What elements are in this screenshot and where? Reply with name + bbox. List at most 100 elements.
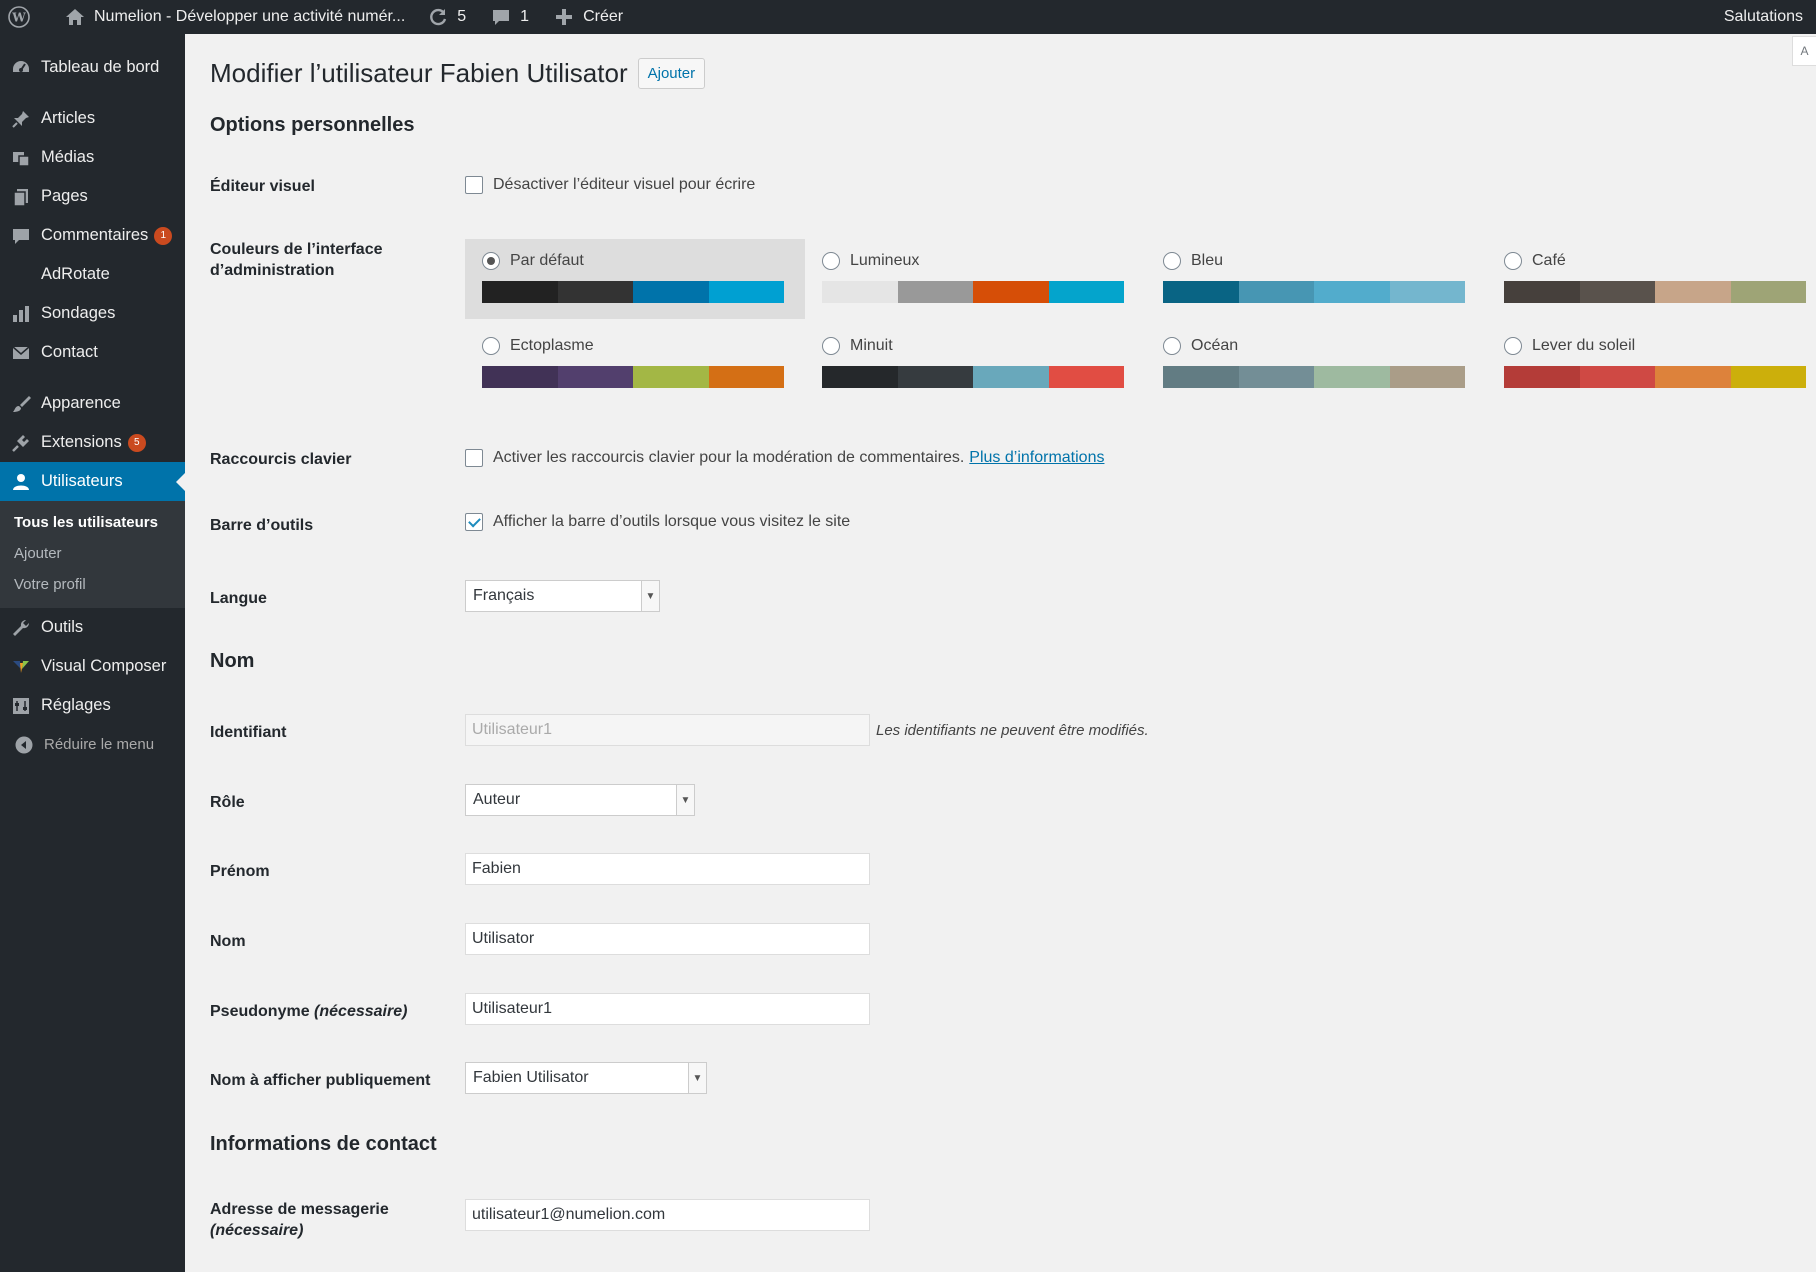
visual-editor-checkbox[interactable] [465, 176, 483, 194]
submenu-your-profile[interactable]: Votre profil [0, 569, 185, 600]
scheme-default[interactable]: Par défaut [465, 239, 805, 319]
sidebar-item-label: Médias [41, 148, 95, 166]
scheme-swatches [822, 366, 1124, 388]
color-swatch [633, 366, 709, 388]
username-input: Utilisateur1 [465, 714, 870, 746]
wordpress-logo-button[interactable]: W [0, 0, 39, 34]
sidebar-item-reglages[interactable]: Réglages [0, 686, 185, 725]
updates-link[interactable]: 5 [418, 0, 475, 34]
scheme-radio[interactable] [482, 252, 500, 270]
scheme-radio[interactable] [822, 252, 840, 270]
dashboard-icon [10, 57, 32, 79]
more-info-link[interactable]: Plus d’informations [969, 449, 1104, 467]
sidebar-item-label: Outils [41, 618, 84, 636]
svg-text:W: W [11, 11, 26, 25]
sidebar-item-label: Utilisateurs [41, 472, 123, 490]
refresh-icon [427, 6, 449, 28]
color-swatch [1048, 366, 1124, 388]
new-content-link[interactable]: Créer [544, 0, 632, 34]
role-label: Rôle [210, 794, 245, 811]
collapse-menu-label: Réduire le menu [44, 736, 155, 753]
role-select[interactable]: Auteur ▼ [465, 784, 695, 816]
site-name: Numelion - Développer une activité numér… [94, 8, 406, 25]
display-name-label: Nom à afficher publiquement [210, 1072, 431, 1089]
sidebar-item-sondages[interactable]: Sondages [0, 294, 185, 333]
color-swatch [1579, 281, 1655, 303]
wrench-icon [10, 617, 32, 639]
sidebar-item-apparence[interactable]: Apparence [0, 384, 185, 423]
settings-icon [10, 695, 32, 717]
scheme-coffee[interactable]: Café [1487, 239, 1816, 319]
username-label: Identifiant [210, 724, 287, 741]
site-name-link[interactable]: Numelion - Développer une activité numér… [55, 0, 414, 34]
submenu-add-user[interactable]: Ajouter [0, 538, 185, 569]
scheme-swatches [1504, 281, 1806, 303]
scheme-blue[interactable]: Bleu [1146, 239, 1486, 319]
last-name-input[interactable]: Utilisator [465, 923, 870, 955]
color-swatch [822, 366, 898, 388]
visual-composer-icon [10, 656, 32, 678]
account-greeting[interactable]: Salutations [1715, 0, 1812, 34]
page-header: Modifier l’utilisateur Fabien Utilisator… [210, 58, 1816, 89]
color-swatch [1389, 366, 1465, 388]
sidebar-item-articles[interactable]: Articles [0, 99, 185, 138]
color-swatch [1163, 281, 1239, 303]
display-name-select[interactable]: Fabien Utilisator ▼ [465, 1062, 707, 1094]
sidebar-item-contact[interactable]: Contact [0, 333, 185, 372]
comments-link[interactable]: 1 [481, 0, 538, 34]
color-swatch [1389, 281, 1465, 303]
scheme-radio[interactable] [1504, 337, 1522, 355]
users-submenu: Tous les utilisateurs Ajouter Votre prof… [0, 501, 185, 608]
personal-options-title: Options personnelles [210, 114, 415, 136]
scheme-radio[interactable] [482, 337, 500, 355]
language-label: Langue [210, 590, 267, 607]
color-swatch [897, 281, 973, 303]
color-swatch [1314, 366, 1390, 388]
sidebar-item-commentaires[interactable]: Commentaires 1 [0, 216, 185, 255]
sidebar-item-extensions[interactable]: Extensions 5 [0, 423, 185, 462]
comment-icon [10, 225, 32, 247]
scheme-ocean[interactable]: Océan [1146, 324, 1486, 404]
scheme-radio[interactable] [822, 337, 840, 355]
collapse-menu-button[interactable]: Réduire le menu [0, 725, 185, 764]
toolbar-checkbox[interactable] [465, 513, 483, 531]
scheme-radio[interactable] [1504, 252, 1522, 270]
color-swatch [973, 366, 1049, 388]
color-swatch [973, 281, 1049, 303]
email-label: Adresse de messagerie (nécessaire) [210, 1201, 389, 1239]
submenu-all-users[interactable]: Tous les utilisateurs [0, 507, 185, 538]
sidebar-item-pages[interactable]: Pages [0, 177, 185, 216]
scheme-radio[interactable] [1163, 337, 1181, 355]
color-swatch [1314, 281, 1390, 303]
comments-count: 1 [520, 8, 530, 25]
add-user-button[interactable]: Ajouter [637, 58, 706, 89]
toolbar-label: Barre d’outils [210, 517, 314, 534]
language-select[interactable]: Français ▼ [465, 580, 660, 612]
sidebar-item-adrotate[interactable]: AdRotate [0, 255, 185, 294]
keyboard-shortcuts-checkbox[interactable] [465, 449, 483, 467]
name-section-title: Nom [210, 650, 255, 672]
scheme-light[interactable]: Lumineux [805, 239, 1145, 319]
email-input[interactable]: utilisateur1@numelion.com [465, 1199, 870, 1231]
sidebar-item-label: Réglages [41, 696, 111, 714]
color-swatch [708, 366, 784, 388]
wordpress-logo-icon: W [8, 6, 30, 28]
sidebar-item-dashboard[interactable]: Tableau de bord [0, 48, 185, 87]
scheme-swatches [482, 281, 784, 303]
first-name-input[interactable]: Fabien [465, 853, 870, 885]
sidebar-item-outils[interactable]: Outils [0, 608, 185, 647]
sidebar-item-utilisateurs[interactable]: Utilisateurs [0, 462, 185, 501]
scheme-radio[interactable] [1163, 252, 1181, 270]
sidebar-item-visual-composer[interactable]: Visual Composer [0, 647, 185, 686]
sidebar-item-medias[interactable]: Médias [0, 138, 185, 177]
scheme-ectoplasm[interactable]: Ectoplasme [465, 324, 805, 404]
scheme-midnight[interactable]: Minuit [805, 324, 1145, 404]
visual-editor-label: Éditeur visuel [210, 178, 315, 195]
scheme-sunrise[interactable]: Lever du soleil [1487, 324, 1816, 404]
nickname-input[interactable]: Utilisateur1 [465, 993, 870, 1025]
mail-icon [10, 342, 32, 364]
color-swatch [1504, 281, 1580, 303]
page-title: Modifier l’utilisateur Fabien Utilisator [210, 58, 628, 88]
visual-editor-text: Désactiver l’éditeur visuel pour écrire [493, 176, 756, 193]
contact-section-title: Informations de contact [210, 1133, 437, 1155]
